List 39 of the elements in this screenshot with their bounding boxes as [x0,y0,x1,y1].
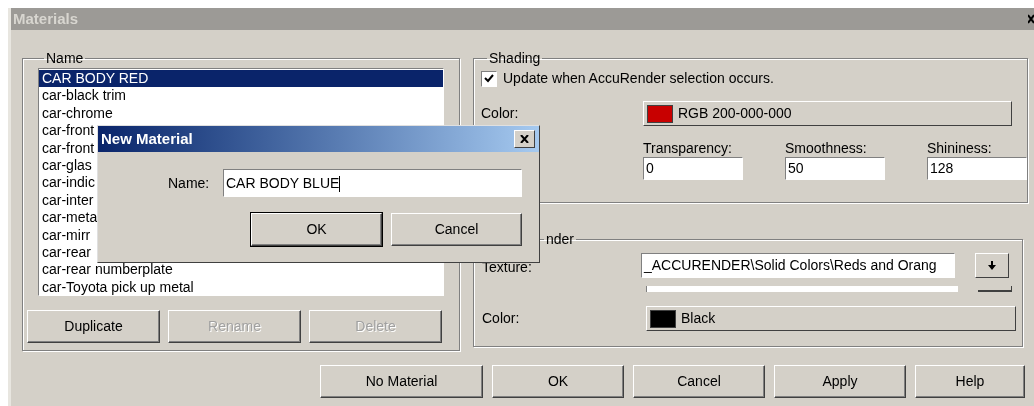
group-title: nder [545,231,576,247]
check-icon [484,74,494,83]
close-icon [520,135,529,143]
group-title: Name [45,50,85,66]
field-label: Name: [168,173,211,193]
checkbox[interactable] [481,70,497,87]
color-button[interactable]: Black [646,306,1016,331]
field-label: Shininess: [927,139,993,157]
texture-field[interactable]: _ACCURENDER\Solid Colors\Reds and Orang [641,253,955,278]
down-arrow-icon [988,261,996,270]
dialog-button[interactable]: Cancel [391,213,522,246]
dialog-title: New Material [101,128,193,149]
list-item[interactable]: car-rear numberplate [39,261,443,279]
number-field[interactable]: 128 [927,157,1027,180]
group-title: Shading [488,50,542,66]
color-button[interactable]: RGB 200-000-000 [643,101,1012,126]
field-label: Smoothness: [785,139,868,157]
list-item[interactable]: car-chrome [39,104,443,123]
list-item[interactable]: CAR BODY RED [39,70,443,88]
field-label: Color: [482,309,521,328]
dialog-button[interactable]: No Material [320,365,483,398]
dialog-button[interactable]: Apply [774,365,906,398]
window-title: Materials [13,8,79,29]
close-icon[interactable] [1028,14,1034,24]
number-field[interactable]: 50 [785,157,885,180]
number-field[interactable]: 0 [643,157,743,180]
dialog-button[interactable]: Cancel [633,365,765,398]
list-item[interactable]: car-Toyota pick up metal [39,278,443,295]
checkbox-label: Update when AccuRender selection occurs. [503,69,774,88]
list-item[interactable]: car-black trim [39,87,443,105]
dialog-button[interactable]: OK [492,365,624,398]
browse-button[interactable] [975,253,1009,278]
dialog-button[interactable]: OK [251,213,382,246]
name-field[interactable]: CAR BODY BLUE [223,169,522,197]
close-button[interactable] [514,130,535,148]
field-label: Color: [481,104,520,123]
field-label: Transparency: [643,139,733,157]
list-action-button[interactable]: Duplicate [27,310,160,343]
dialog-button[interactable]: Help [915,365,1025,398]
